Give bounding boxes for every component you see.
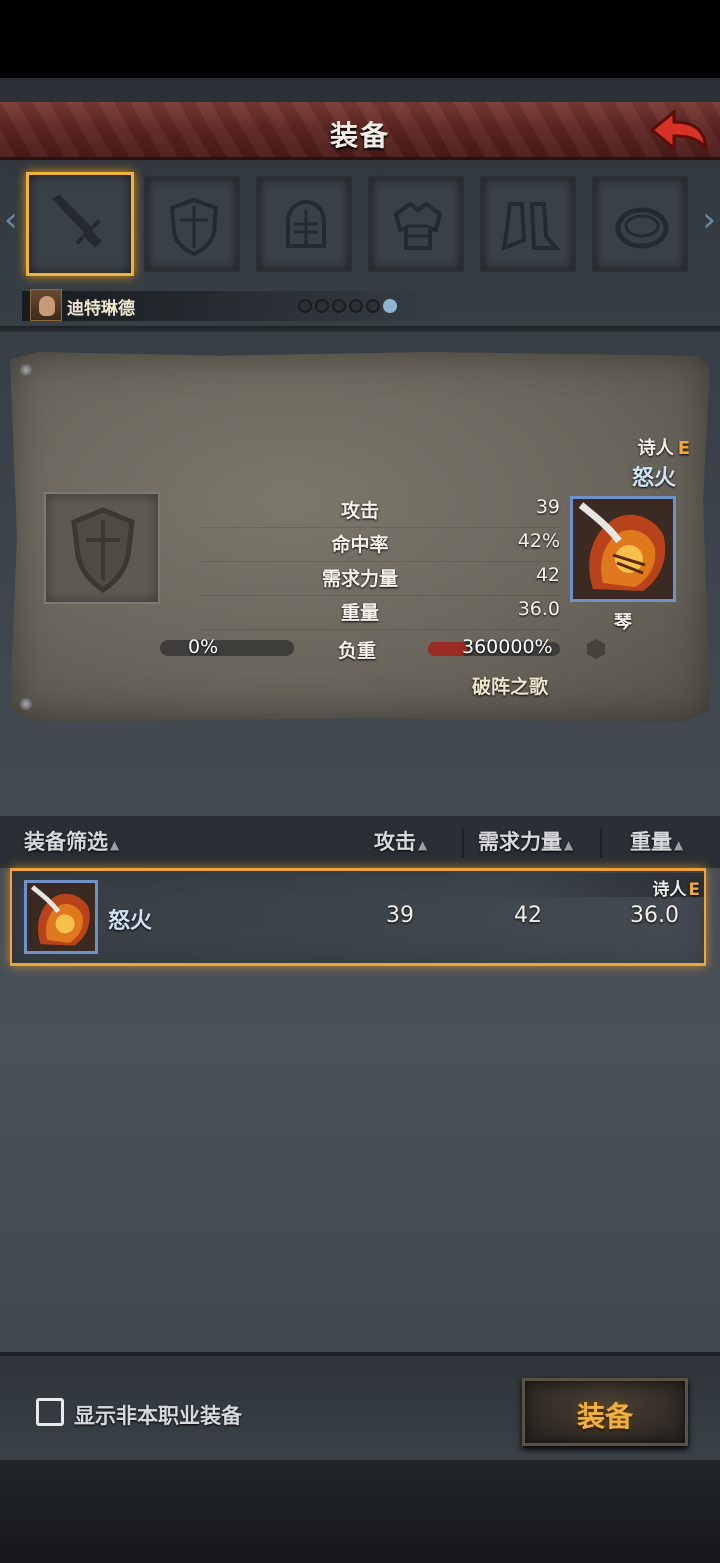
stat-row-attack: 攻击 39	[200, 496, 560, 528]
status-bar-area	[0, 0, 720, 78]
back-arrow-icon	[649, 108, 709, 153]
stat-value: 42%	[517, 530, 560, 552]
hexagon-icon	[587, 639, 605, 659]
item-detail-card: 诗人 E 怒火 攻击 39 命中率 42% 需求力量 42 重量 36.0 0% …	[10, 352, 710, 722]
page-dot-active	[383, 299, 397, 313]
stat-row-accuracy: 命中率 42%	[200, 530, 560, 562]
nail-icon	[20, 698, 32, 710]
row-class-tag: 诗人 E	[652, 875, 700, 900]
slot-weapon[interactable]	[26, 172, 134, 276]
stat-row-weight: 重量 36.0	[200, 598, 560, 630]
page-dot	[298, 299, 312, 313]
nail-icon	[20, 364, 32, 376]
sort-triangle-icon: ▲	[418, 838, 428, 852]
equipment-list-item[interactable]: 诗人 E 怒火 39 42 36.0	[10, 868, 706, 966]
title-bar: 装备	[0, 102, 720, 160]
load-after-value: 360000%	[462, 636, 553, 658]
shield-icon	[71, 507, 135, 594]
sort-strength-button[interactable]: 需求力量 ▲	[478, 826, 573, 856]
sword-icon	[51, 194, 102, 248]
sort-triangle-icon: ▲	[674, 838, 684, 852]
header-separator	[462, 828, 464, 858]
class-name: 诗人	[652, 880, 687, 900]
stat-label: 攻击	[340, 500, 379, 522]
equip-button[interactable]: 装备	[522, 1378, 688, 1446]
row-item-name: 怒火	[108, 909, 153, 934]
slot-next-arrow-icon[interactable]: ›	[702, 200, 716, 240]
header-separator	[600, 828, 602, 858]
stat-value: 36.0	[517, 598, 560, 620]
class-name: 诗人	[637, 438, 674, 459]
checkbox-label: 显示非本职业装备	[74, 1404, 242, 1428]
filter-button[interactable]: 装备筛选 ▲	[24, 826, 119, 856]
row-attack: 39	[386, 903, 414, 928]
attack-header-label: 攻击	[374, 830, 416, 854]
nav-bar-area	[0, 1460, 720, 1563]
slot-armor[interactable]	[368, 176, 464, 272]
equip-button-label: 装备	[576, 1400, 633, 1433]
stat-row-strength: 需求力量 42	[200, 564, 560, 596]
slot-prev-arrow-icon[interactable]: ‹	[4, 200, 18, 240]
row-strength: 42	[514, 903, 542, 928]
item-portrait	[570, 496, 676, 602]
page-dot	[349, 299, 363, 313]
page-title: 装备	[329, 119, 390, 152]
fire-lyre-icon	[573, 499, 673, 599]
slot-helmet[interactable]	[256, 176, 352, 272]
ring-icon	[615, 207, 669, 249]
bottom-action-bar: 显示非本职业装备 装备	[0, 1352, 720, 1460]
slot-accessory[interactable]	[592, 176, 688, 272]
item-class-tag: 诗人 E	[638, 434, 690, 460]
current-equipped-slot	[44, 492, 160, 604]
row-item-icon	[24, 880, 98, 954]
item-name: 怒火	[631, 466, 676, 491]
load-label: 负重	[338, 640, 377, 662]
equipment-slot-row	[22, 172, 698, 282]
stat-value: 42	[535, 564, 560, 586]
filter-label: 装备筛选	[24, 830, 108, 854]
item-type: 琴	[614, 612, 632, 633]
load-bar-current	[160, 640, 294, 656]
stat-label: 命中率	[331, 534, 389, 556]
avatar[interactable]	[30, 289, 62, 321]
page-dot	[332, 299, 346, 313]
row-weight: 36.0	[630, 903, 679, 928]
boots-icon	[501, 202, 560, 252]
page-indicator	[298, 298, 400, 317]
character-row: 迪特琳德	[22, 287, 702, 323]
slot-boots[interactable]	[480, 176, 576, 272]
equipment-screen	[0, 78, 720, 1460]
character-name: 迪特琳德	[67, 299, 135, 319]
class-grade: E	[688, 880, 700, 900]
back-button[interactable]	[648, 108, 710, 156]
stat-label: 重量	[340, 602, 379, 624]
sort-triangle-icon: ▲	[110, 838, 120, 852]
divider	[0, 326, 720, 332]
class-grade: E	[677, 438, 690, 459]
slot-shield[interactable]	[144, 176, 240, 272]
list-header: 装备筛选 ▲ 攻击 ▲ 需求力量 ▲ 重量 ▲	[0, 816, 720, 868]
stat-value: 39	[535, 496, 560, 518]
sort-triangle-icon: ▲	[564, 838, 574, 852]
armor-icon	[393, 201, 443, 250]
shield-icon	[169, 197, 219, 256]
helmet-icon	[286, 199, 326, 248]
load-current-value: 0%	[188, 636, 219, 658]
show-other-class-checkbox[interactable]	[36, 1398, 64, 1426]
page-dot	[315, 299, 329, 313]
strength-header-label: 需求力量	[478, 830, 562, 854]
sort-weight-button[interactable]: 重量 ▲	[630, 826, 683, 856]
fire-lyre-icon	[27, 883, 95, 951]
sort-attack-button[interactable]: 攻击 ▲	[374, 826, 427, 856]
page-dot	[366, 299, 380, 313]
set-name: 破阵之歌	[471, 676, 548, 698]
weight-header-label: 重量	[630, 830, 672, 854]
stat-label: 需求力量	[321, 568, 398, 590]
